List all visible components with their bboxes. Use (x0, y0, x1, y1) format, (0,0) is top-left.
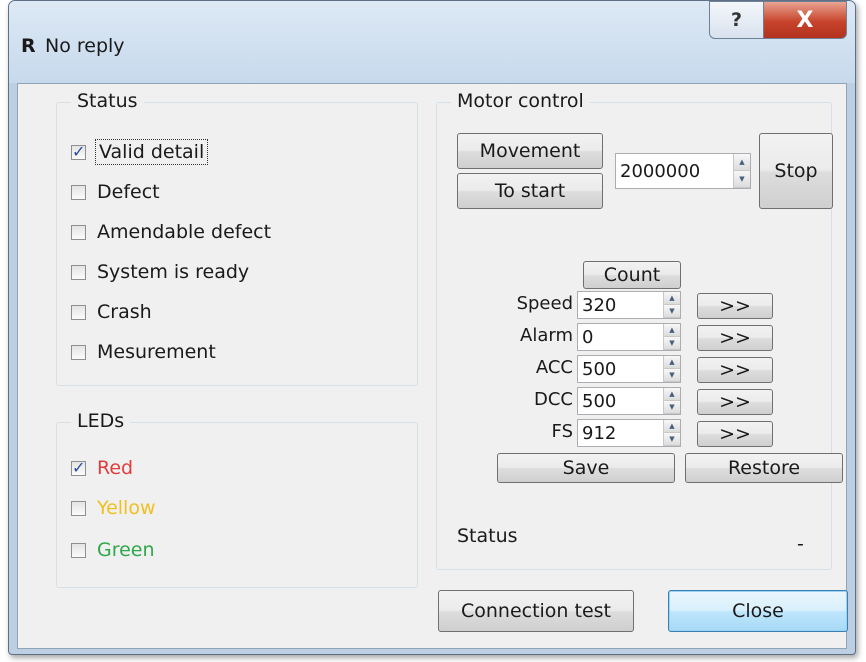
checkbox-label: Defect (97, 181, 160, 203)
checkbox-box[interactable] (71, 184, 86, 200)
stop-button[interactable]: Stop (759, 133, 833, 209)
checkbox-system-ready[interactable]: System is ready (71, 261, 249, 283)
alarm-spinbox[interactable]: 0 ▲ ▼ (577, 323, 681, 351)
status-group-title: Status (71, 90, 144, 112)
spin-arrows[interactable]: ▲ ▼ (663, 356, 680, 382)
acc-send-button[interactable]: >> (697, 357, 773, 383)
dialog-window: R No reply ? X Status Valid detail Defec… (8, 0, 856, 655)
checkbox-label: System is ready (97, 261, 250, 283)
motor-status-value: - (797, 533, 804, 555)
spin-arrows[interactable]: ▲ ▼ (663, 388, 680, 414)
alarm-label: Alarm (520, 325, 573, 346)
checkbox-label: Amendable defect (97, 221, 272, 243)
speed-send-button[interactable]: >> (697, 293, 773, 319)
spin-arrows[interactable]: ▲ ▼ (663, 324, 680, 350)
spin-up-icon[interactable]: ▲ (664, 356, 680, 369)
spin-down-icon[interactable]: ▼ (664, 369, 680, 382)
checkbox-led-red[interactable]: Red (71, 457, 133, 479)
position-value[interactable]: 2000000 (616, 161, 733, 182)
led-red-label: Red (97, 457, 134, 479)
dcc-label: DCC (534, 389, 573, 410)
save-button[interactable]: Save (497, 453, 675, 483)
checkbox-crash[interactable]: Crash (71, 301, 152, 323)
fs-send-button[interactable]: >> (697, 421, 773, 447)
checkbox-box[interactable] (71, 304, 86, 320)
speed-value[interactable]: 320 (578, 295, 663, 316)
checkbox-defect[interactable]: Defect (71, 181, 160, 203)
checkbox-box[interactable] (71, 542, 86, 558)
restore-button[interactable]: Restore (685, 453, 843, 483)
app-icon: R (21, 35, 36, 57)
spin-down-icon[interactable]: ▼ (664, 305, 680, 318)
spin-down-icon[interactable]: ▼ (664, 337, 680, 350)
count-button[interactable]: Count (583, 261, 681, 289)
help-icon: ? (730, 9, 743, 31)
fs-value[interactable]: 912 (578, 423, 663, 444)
checkbox-label: Mesurement (97, 341, 216, 363)
checkbox-led-green[interactable]: Green (71, 539, 155, 561)
spin-up-icon[interactable]: ▲ (734, 154, 750, 171)
spin-arrows[interactable]: ▲ ▼ (733, 154, 750, 188)
spin-down-icon[interactable]: ▼ (734, 171, 750, 188)
led-green-label: Green (97, 539, 155, 561)
checkbox-label: Crash (97, 301, 152, 323)
dialog-client-area: Status Valid detail Defect Amendable def… (17, 83, 848, 649)
spin-up-icon[interactable]: ▲ (664, 388, 680, 401)
checkbox-box[interactable] (71, 344, 86, 360)
checkbox-led-yellow[interactable]: Yellow (71, 497, 156, 519)
spin-up-icon[interactable]: ▲ (664, 292, 680, 305)
help-button[interactable]: ? (709, 1, 764, 39)
checkbox-label: Valid detail (94, 139, 209, 165)
acc-spinbox[interactable]: 500 ▲ ▼ (577, 355, 681, 383)
dcc-value[interactable]: 500 (578, 391, 663, 412)
spin-up-icon[interactable]: ▲ (664, 324, 680, 337)
spin-down-icon[interactable]: ▼ (664, 401, 680, 414)
checkbox-amendable-defect[interactable]: Amendable defect (71, 221, 271, 243)
connection-test-button[interactable]: Connection test (438, 590, 634, 632)
close-button[interactable]: Close (668, 590, 848, 632)
motor-status-label: Status (457, 525, 518, 547)
spin-up-icon[interactable]: ▲ (664, 420, 680, 433)
acc-value[interactable]: 500 (578, 359, 663, 380)
motor-control-title: Motor control (451, 90, 590, 112)
window-close-button[interactable]: X (763, 1, 847, 39)
checkbox-box[interactable] (71, 458, 86, 477)
checkbox-box[interactable] (71, 500, 86, 516)
position-spinbox[interactable]: 2000000 ▲ ▼ (615, 153, 751, 189)
spin-down-icon[interactable]: ▼ (664, 433, 680, 446)
alarm-send-button[interactable]: >> (697, 325, 773, 351)
checkbox-box[interactable] (71, 224, 86, 240)
to-start-button[interactable]: To start (457, 173, 603, 209)
close-icon: X (796, 7, 814, 33)
alarm-value[interactable]: 0 (578, 327, 663, 348)
leds-group: LEDs Red Yellow Green (56, 410, 418, 588)
spin-arrows[interactable]: ▲ ▼ (663, 292, 680, 318)
dcc-send-button[interactable]: >> (697, 389, 773, 415)
led-yellow-label: Yellow (97, 497, 156, 519)
window-title: No reply (45, 35, 125, 57)
checkbox-mesurement[interactable]: Mesurement (71, 341, 216, 363)
checkbox-valid-detail[interactable]: Valid detail (71, 139, 209, 165)
dcc-spinbox[interactable]: 500 ▲ ▼ (577, 387, 681, 415)
fs-label: FS (551, 421, 573, 442)
movement-button[interactable]: Movement (457, 133, 603, 169)
speed-label: Speed (516, 293, 573, 314)
title-bar[interactable]: R No reply ? X (9, 1, 855, 83)
speed-spinbox[interactable]: 320 ▲ ▼ (577, 291, 681, 319)
checkbox-box[interactable] (71, 264, 86, 280)
motor-control-group: Motor control Movement To start 2000000 … (436, 90, 843, 570)
leds-group-title: LEDs (71, 410, 131, 432)
checkbox-box[interactable] (71, 142, 86, 161)
spin-arrows[interactable]: ▲ ▼ (663, 420, 680, 446)
status-group: Status Valid detail Defect Amendable def… (56, 90, 418, 386)
fs-spinbox[interactable]: 912 ▲ ▼ (577, 419, 681, 447)
acc-label: ACC (535, 357, 573, 378)
